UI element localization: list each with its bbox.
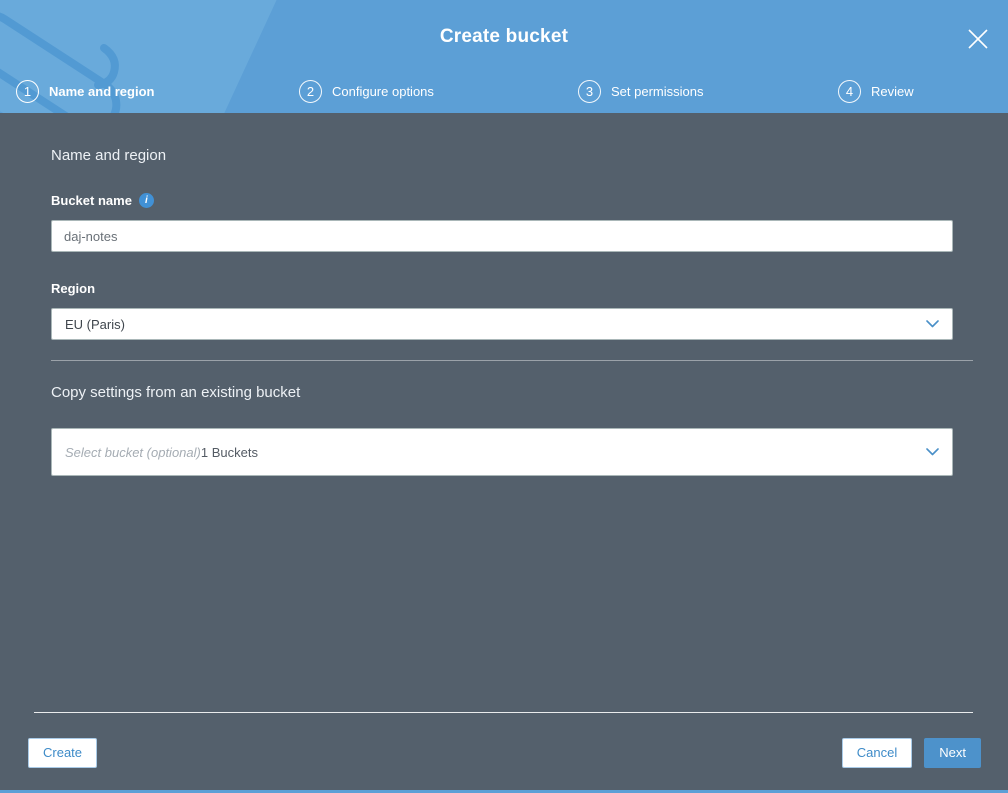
step-number: 3 bbox=[578, 80, 601, 103]
next-button[interactable]: Next bbox=[924, 738, 981, 768]
copy-bucket-select[interactable]: Select bucket (optional) 1 Buckets bbox=[51, 428, 953, 476]
step-label: Configure options bbox=[332, 84, 434, 99]
region-label: Region bbox=[51, 281, 953, 296]
create-bucket-modal: Create bucket 1 Name and region 2 Config… bbox=[0, 0, 1008, 793]
step-label: Name and region bbox=[49, 84, 155, 99]
modal-body: Name and region Bucket name i Region EU … bbox=[0, 147, 1008, 476]
copy-settings-heading: Copy settings from an existing bucket bbox=[51, 384, 301, 401]
cancel-button[interactable]: Cancel bbox=[841, 738, 913, 768]
step-set-permissions[interactable]: 3 Set permissions bbox=[578, 80, 838, 103]
chevron-down-icon bbox=[926, 448, 939, 456]
page-title: Create bucket bbox=[439, 26, 569, 47]
create-button[interactable]: Create bbox=[28, 738, 98, 768]
copy-bucket-placeholder: Select bucket (optional) bbox=[65, 444, 201, 460]
step-number: 1 bbox=[16, 80, 39, 103]
step-label: Review bbox=[871, 84, 914, 99]
region-label-text: Region bbox=[51, 281, 96, 296]
chevron-down-icon bbox=[926, 320, 939, 328]
step-label: Set permissions bbox=[611, 84, 704, 99]
modal-header: Create bucket 1 Name and region 2 Config… bbox=[0, 0, 1008, 113]
bucket-count-text: 1 Buckets bbox=[200, 444, 258, 460]
info-icon[interactable]: i bbox=[138, 193, 154, 208]
bucket-name-label-text: Bucket name bbox=[51, 193, 132, 208]
section-heading: Name and region bbox=[51, 147, 167, 164]
close-icon[interactable] bbox=[966, 27, 990, 51]
bucket-name-label: Bucket name i bbox=[51, 193, 953, 208]
section-divider bbox=[51, 360, 973, 361]
region-select[interactable]: EU (Paris) bbox=[51, 308, 953, 340]
step-number: 2 bbox=[299, 80, 322, 103]
region-selected-value: EU (Paris) bbox=[65, 316, 125, 332]
step-name-and-region[interactable]: 1 Name and region bbox=[16, 80, 299, 103]
footer-buttons: Create Cancel Next bbox=[28, 738, 981, 768]
footer-right-buttons: Cancel Next bbox=[841, 738, 981, 768]
step-number: 4 bbox=[838, 80, 861, 103]
footer-divider bbox=[34, 712, 973, 713]
bucket-name-input[interactable] bbox=[51, 220, 953, 252]
step-review[interactable]: 4 Review bbox=[838, 80, 1008, 103]
wizard-steps: 1 Name and region 2 Configure options 3 … bbox=[16, 80, 1008, 103]
step-configure-options[interactable]: 2 Configure options bbox=[299, 80, 578, 103]
